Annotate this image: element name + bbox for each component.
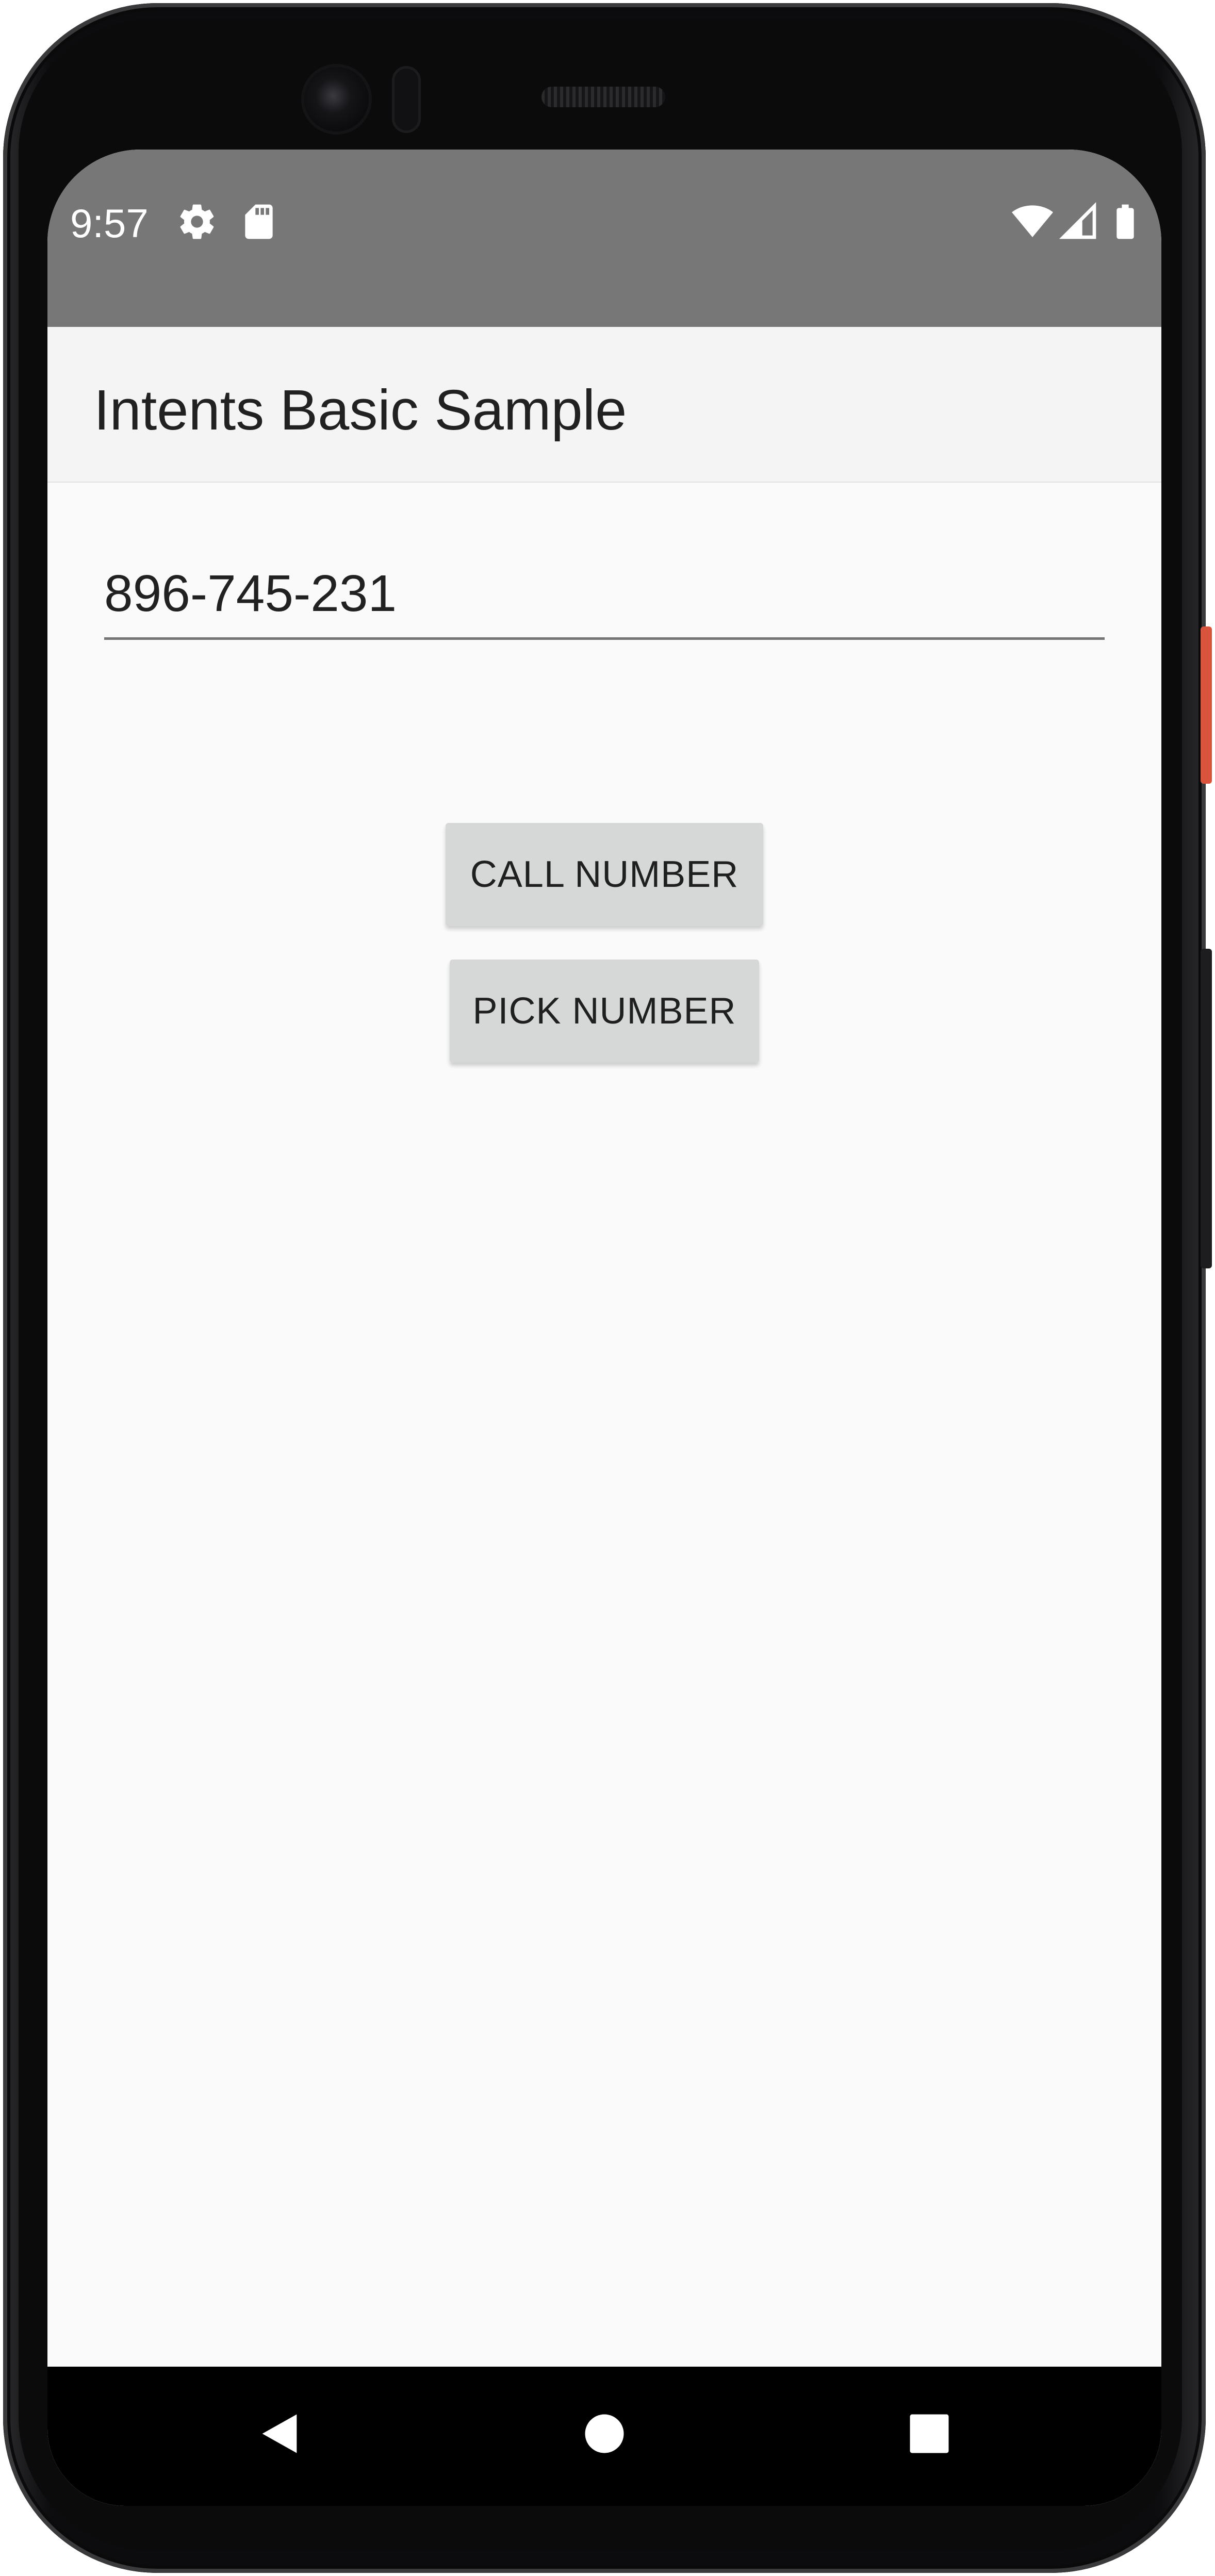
- screen: 9:57 Intents Basic Sample 896-745-231 CA…: [47, 150, 1161, 2506]
- app-title: Intents Basic Sample: [94, 378, 627, 442]
- main-content: CALL NUMBER PICK NUMBER: [47, 483, 1161, 2365]
- cell-signal-icon: [1059, 202, 1096, 239]
- navigation-bar: [47, 2367, 1161, 2506]
- call-number-button[interactable]: CALL NUMBER: [446, 823, 763, 926]
- sd-card-icon: [245, 204, 273, 239]
- volume-button: [1201, 949, 1212, 1268]
- app-bar: Intents Basic Sample: [47, 327, 1161, 483]
- status-time: 9:57: [70, 201, 149, 246]
- earpiece-speaker: [541, 87, 665, 107]
- pick-number-button[interactable]: PICK NUMBER: [450, 960, 759, 1063]
- gear-icon: [180, 204, 214, 239]
- status-bar: 9:57: [47, 150, 1161, 327]
- wifi-icon: [1012, 205, 1053, 237]
- proximity-sensor: [392, 66, 421, 133]
- home-icon[interactable]: [579, 2408, 630, 2459]
- recents-icon[interactable]: [904, 2408, 955, 2459]
- power-button: [1201, 626, 1212, 784]
- phone-device: 9:57 Intents Basic Sample 896-745-231 CA…: [0, 0, 1215, 2576]
- phone-number-input[interactable]: [104, 555, 1105, 640]
- front-camera: [304, 67, 369, 131]
- back-icon[interactable]: [254, 2408, 305, 2459]
- battery-icon: [1117, 204, 1134, 239]
